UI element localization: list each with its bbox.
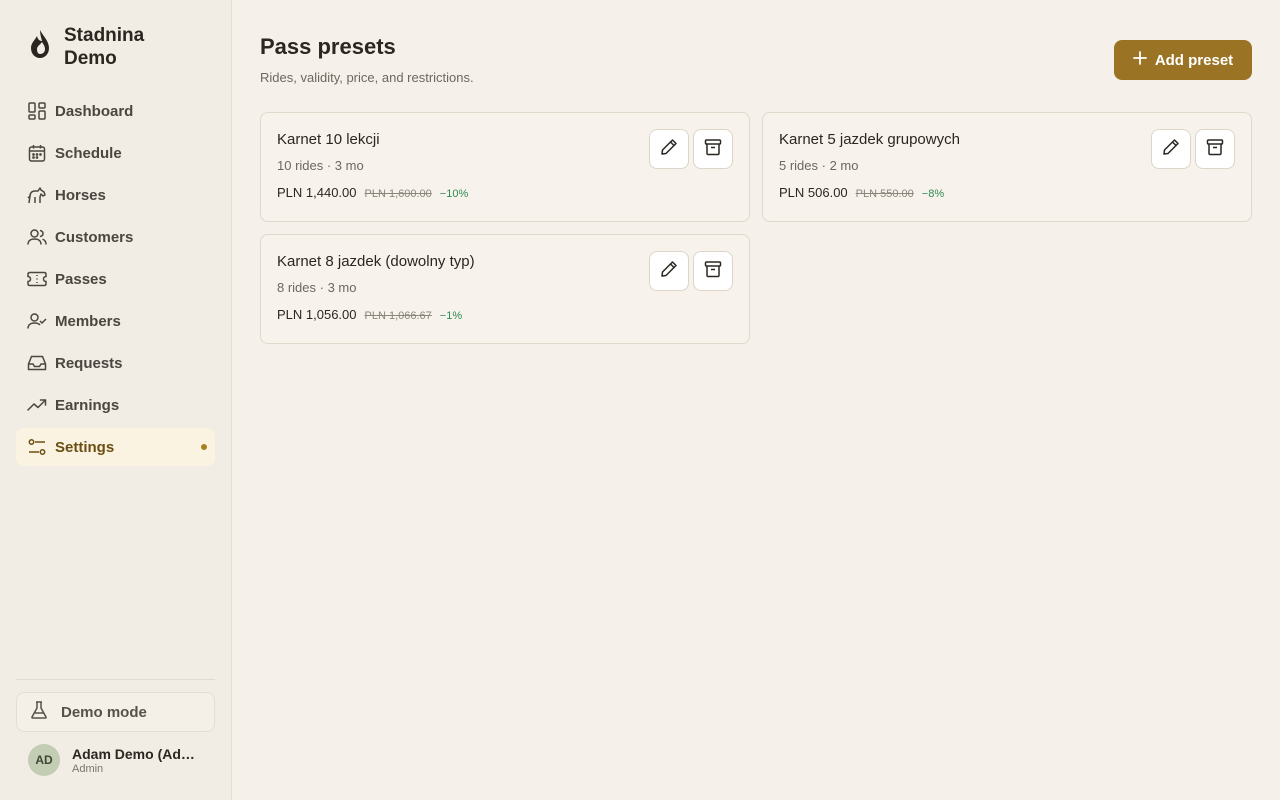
- users-icon: [27, 227, 47, 247]
- add-preset-button[interactable]: Add preset: [1114, 40, 1252, 80]
- archive-preset-button[interactable]: [693, 251, 733, 291]
- preset-pricing: PLN 506.00 PLN 550.00 −8%: [779, 185, 1235, 200]
- sidebar-item-label: Members: [55, 312, 121, 330]
- preset-actions: [1151, 129, 1235, 169]
- preset-old-price: PLN 1,600.00: [364, 188, 432, 200]
- sidebar-item-label: Passes: [55, 270, 107, 288]
- flask-icon: [29, 700, 49, 725]
- sidebar-item-schedule[interactable]: Schedule: [16, 134, 215, 172]
- pencil-icon: [660, 260, 678, 283]
- sidebar-item-customers[interactable]: Customers: [16, 218, 215, 256]
- preset-card: Karnet 5 jazdek grupowych 5 rides · 2 mo…: [762, 112, 1252, 222]
- archive-icon: [704, 260, 722, 283]
- user-check-icon: [27, 311, 47, 331]
- preset-discount: −1%: [439, 310, 463, 322]
- preset-old-price: PLN 1,066.67: [364, 310, 432, 322]
- flame-logo-icon: [28, 24, 54, 64]
- horse-icon: [27, 185, 47, 205]
- sidebar-item-label: Settings: [55, 438, 115, 456]
- sidebar-item-label: Earnings: [55, 396, 120, 414]
- archive-icon: [704, 138, 722, 161]
- pencil-icon: [1162, 138, 1180, 161]
- brand[interactable]: Stadnina Demo: [28, 24, 184, 70]
- avatar: AD: [28, 744, 60, 776]
- edit-preset-button[interactable]: [649, 251, 689, 291]
- main-content: Pass presets Rides, validity, price, and…: [232, 0, 1280, 800]
- user-role: Admin: [72, 762, 104, 775]
- preset-price: PLN 1,440.00: [277, 185, 357, 200]
- sidebar-item-label: Dashboard: [55, 102, 134, 120]
- add-preset-label: Add preset: [1154, 51, 1234, 69]
- pencil-icon: [660, 138, 678, 161]
- sidebar: Stadnina Demo Dashboard Schedule Horses …: [0, 0, 232, 800]
- preset-pricing: PLN 1,440.00 PLN 1,600.00 −10%: [277, 185, 733, 200]
- page-title: Pass presets: [260, 34, 396, 59]
- preset-discount: −8%: [921, 188, 945, 200]
- edit-preset-button[interactable]: [649, 129, 689, 169]
- page-subtitle: Rides, validity, price, and restrictions…: [260, 70, 474, 85]
- preset-price: PLN 506.00: [779, 185, 848, 200]
- sidebar-item-label: Customers: [55, 228, 134, 246]
- sidebar-item-settings[interactable]: Settings: [16, 428, 215, 466]
- preset-actions: [649, 251, 733, 291]
- preset-old-price: PLN 550.00: [855, 188, 914, 200]
- sidebar-item-label: Horses: [55, 186, 106, 204]
- sidebar-item-label: Requests: [55, 354, 123, 372]
- trending-up-icon: [27, 395, 47, 415]
- sidebar-item-dashboard[interactable]: Dashboard: [16, 92, 215, 130]
- sidebar-nav: Dashboard Schedule Horses Customers Pass…: [16, 92, 215, 470]
- archive-preset-button[interactable]: [1195, 129, 1235, 169]
- demo-mode-button[interactable]: Demo mode: [16, 692, 215, 732]
- inbox-icon: [27, 353, 47, 373]
- preset-list: Karnet 10 lekcji 10 rides · 3 mo PLN 1,4…: [260, 112, 1252, 344]
- ticket-icon: [27, 269, 47, 289]
- user-name: Adam Demo (Admin): [72, 745, 200, 762]
- sidebar-divider: [16, 679, 215, 680]
- preset-card: Karnet 8 jazdek (dowolny typ) 8 rides · …: [260, 234, 750, 344]
- sidebar-item-label: Schedule: [55, 144, 122, 162]
- preset-pricing: PLN 1,056.00 PLN 1,066.67 −1%: [277, 307, 733, 322]
- sidebar-item-earnings[interactable]: Earnings: [16, 386, 215, 424]
- sidebar-item-passes[interactable]: Passes: [16, 260, 215, 298]
- user-profile[interactable]: AD Adam Demo (Admin) Admin: [28, 744, 200, 776]
- brand-name: Stadnina Demo: [64, 25, 145, 69]
- preset-card: Karnet 10 lekcji 10 rides · 3 mo PLN 1,4…: [260, 112, 750, 222]
- archive-icon: [1206, 138, 1224, 161]
- preset-price: PLN 1,056.00: [277, 307, 357, 322]
- sidebar-item-requests[interactable]: Requests: [16, 344, 215, 382]
- plus-icon: [1132, 51, 1147, 69]
- dashboard-icon: [27, 101, 47, 121]
- calendar-icon: [27, 143, 47, 163]
- sliders-icon: [27, 437, 47, 457]
- preset-discount: −10%: [439, 188, 469, 200]
- sidebar-item-horses[interactable]: Horses: [16, 176, 215, 214]
- active-indicator-dot: [201, 444, 207, 450]
- demo-mode-label: Demo mode: [61, 703, 147, 721]
- archive-preset-button[interactable]: [693, 129, 733, 169]
- preset-actions: [649, 129, 733, 169]
- edit-preset-button[interactable]: [1151, 129, 1191, 169]
- sidebar-item-members[interactable]: Members: [16, 302, 215, 340]
